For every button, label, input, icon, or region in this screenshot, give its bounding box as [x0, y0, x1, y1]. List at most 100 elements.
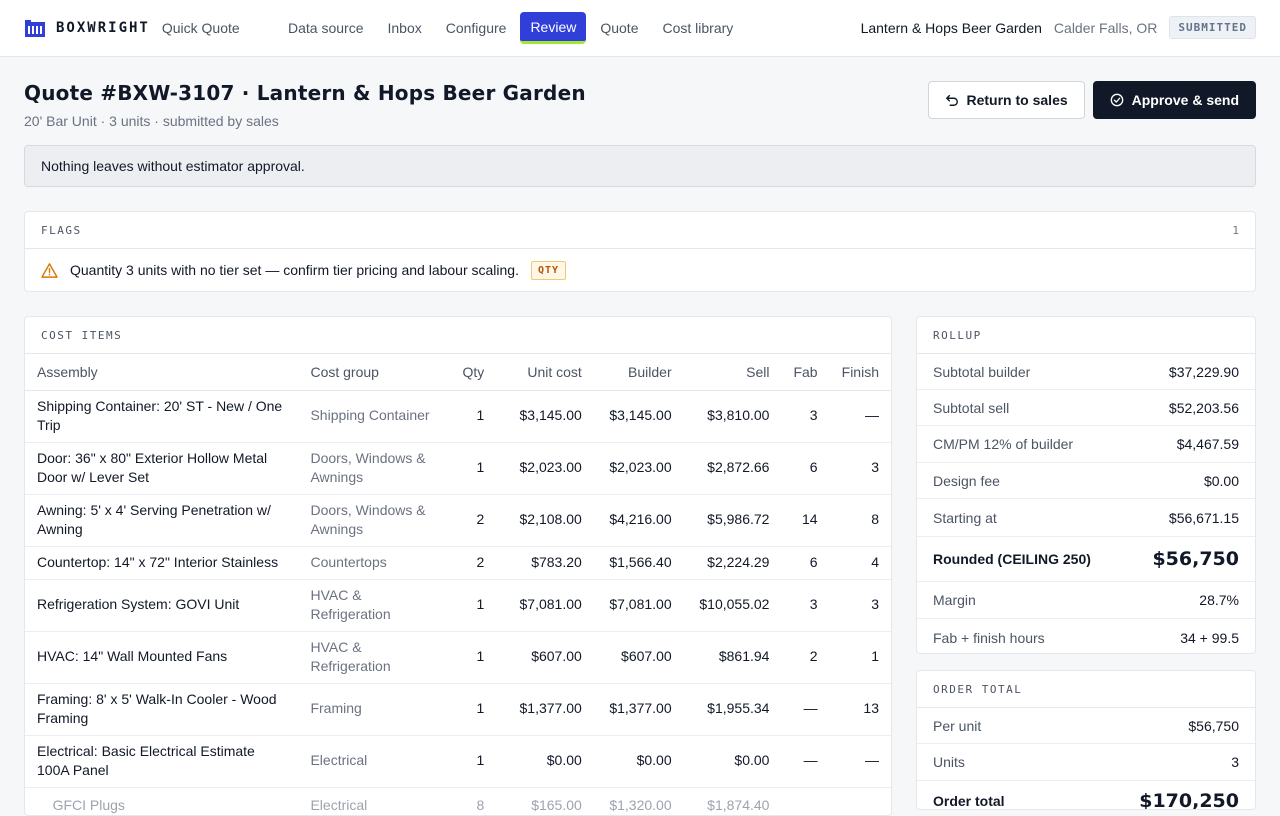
table-row[interactable]: Countertop: 14" x 72" Interior Stainless…	[25, 546, 891, 580]
table-row[interactable]: Door: 36" x 80" Exterior Hollow Metal Do…	[25, 442, 891, 495]
product-name: Quick Quote	[161, 20, 240, 36]
table-row[interactable]: Awning: 5' x 4' Serving Penetration w/ A…	[25, 494, 891, 547]
rollup-label: ROLLUP	[933, 328, 982, 342]
cell-assembly: Framing: 8' x 5' Walk-In Cooler - Wood F…	[25, 683, 299, 736]
page-title: Quote #BXW-3107 · Lantern & Hops Beer Ga…	[24, 81, 586, 105]
table-row[interactable]: Shipping Container: 20' ST - New / One T…	[25, 390, 891, 443]
rollup-value: 28.7%	[1199, 592, 1239, 608]
cell-finish	[829, 787, 891, 815]
rollup-row: Fab + finish hours 34 + 99.5	[917, 619, 1255, 653]
return-to-sales-label: Return to sales	[966, 92, 1068, 108]
cell-finish: 13	[829, 683, 891, 736]
container-logo-icon	[25, 20, 45, 37]
customer-name: Lantern & Hops Beer Garden	[860, 19, 1042, 36]
page-header: Quote #BXW-3107 · Lantern & Hops Beer Ga…	[24, 81, 586, 129]
cell-unit-cost: $2,023.00	[496, 442, 594, 495]
cell-assembly: Electrical: Basic Electrical Estimate 10…	[25, 735, 299, 788]
cell-cost-group: Electrical	[298, 787, 443, 815]
nav-configure[interactable]: Configure	[436, 12, 517, 44]
cell-builder: $3,145.00	[593, 390, 684, 443]
col-qty[interactable]: Qty	[442, 354, 497, 391]
rollup-row: Margin 28.7%	[917, 582, 1255, 619]
rollup-value: $0.00	[1203, 472, 1239, 489]
flags-header: FLAGS 1	[25, 212, 1255, 249]
cell-fab: —	[781, 735, 830, 788]
col-builder[interactable]: Builder	[593, 354, 684, 391]
col-fab[interactable]: Fab	[781, 354, 830, 391]
col-finish[interactable]: Finish	[829, 354, 891, 391]
rollup-value: $4,467.59	[1176, 436, 1239, 452]
nav-review[interactable]: Review	[520, 12, 587, 44]
cell-assembly: Door: 36" x 80" Exterior Hollow Metal Do…	[25, 442, 299, 495]
cell-unit-cost: $607.00	[496, 631, 594, 684]
cell-fab: 14	[781, 494, 830, 547]
col-cost-group[interactable]: Cost group	[298, 354, 443, 391]
rollup-row: CM/PM 12% of builder $4,467.59	[917, 426, 1255, 463]
cell-builder: $1,320.00	[593, 787, 684, 815]
rollup-header: ROLLUP	[917, 317, 1255, 354]
order-key: Per unit	[933, 717, 982, 734]
cell-sell: $861.94	[683, 631, 782, 684]
cell-builder: $4,216.00	[593, 494, 684, 547]
col-unit-cost[interactable]: Unit cost	[496, 354, 594, 391]
nav-data-source[interactable]: Data source	[278, 12, 373, 44]
cell-fab: 6	[781, 546, 830, 580]
rollup-value: $37,229.90	[1168, 363, 1239, 380]
cell-unit-cost: $783.20	[496, 546, 594, 580]
nav-quote[interactable]: Quote	[590, 12, 648, 44]
nav-inbox[interactable]: Inbox	[377, 12, 431, 44]
cell-builder: $1,377.00	[593, 683, 684, 736]
cell-assembly: HVAC: 14" Wall Mounted Fans	[25, 631, 299, 684]
cell-builder: $2,023.00	[593, 442, 684, 495]
order-total-value: $170,250	[1139, 790, 1239, 810]
table-row[interactable]: Refrigeration System: GOVI Unit HVAC & R…	[25, 579, 891, 632]
main-nav: Data source Inbox Configure Review Quote…	[278, 12, 743, 44]
cost-items-table: Assembly Cost group Qty Unit cost Builde…	[25, 354, 891, 815]
cell-cost-group: Framing	[298, 683, 443, 736]
table-row[interactable]: HVAC: 14" Wall Mounted Fans HVAC & Refri…	[25, 631, 891, 684]
cost-items-label: COST ITEMS	[41, 328, 123, 342]
cell-builder: $7,081.00	[593, 579, 684, 632]
col-sell[interactable]: Sell	[683, 354, 782, 391]
cell-fab: 3	[781, 579, 830, 632]
cell-finish: —	[829, 390, 891, 443]
order-row: Units 3	[917, 744, 1255, 781]
cell-sell: $0.00	[683, 735, 782, 788]
return-to-sales-button[interactable]: Return to sales	[927, 81, 1085, 119]
col-assembly[interactable]: Assembly	[25, 354, 299, 391]
cell-fab: 3	[781, 390, 830, 443]
cell-qty: 8	[442, 787, 497, 815]
cell-fab: 6	[781, 442, 830, 495]
cell-fab	[781, 787, 830, 815]
rollup-key: CM/PM 12% of builder	[933, 436, 1074, 452]
cell-unit-cost: $7,081.00	[496, 579, 594, 632]
cell-unit-cost: $0.00	[496, 735, 594, 788]
rollup-key: Rounded (CEILING 250)	[933, 551, 1091, 567]
flags-panel: FLAGS 1 Quantity 3 units with no tier se…	[24, 211, 1256, 292]
order-total-panel: ORDER TOTAL Per unit $56,750 Units 3 Order…	[916, 670, 1256, 810]
rollup-value: 34 + 99.5	[1180, 629, 1239, 646]
cell-finish: —	[829, 735, 891, 788]
table-row[interactable]: Framing: 8' x 5' Walk-In Cooler - Wood F…	[25, 683, 891, 736]
header-actions: Return to sales Approve & send	[927, 81, 1256, 119]
cell-finish: 4	[829, 546, 891, 580]
quote-context: Lantern & Hops Beer Garden Calder Falls,…	[861, 16, 1256, 39]
table-row[interactable]: Electrical: Basic Electrical Estimate 10…	[25, 735, 891, 788]
cell-sell: $10,055.02	[683, 579, 782, 632]
approve-send-button[interactable]: Approve & send	[1092, 81, 1256, 119]
brand-name: BOXWRIGHT	[56, 20, 150, 36]
flag-tag: QTY	[530, 260, 567, 280]
cell-sell: $2,872.66	[683, 442, 782, 495]
cell-builder: $1,566.40	[593, 546, 684, 580]
table-row[interactable]: GFCI Plugs Electrical 8 $165.00 $1,320.0…	[25, 787, 891, 815]
rollup-panel: ROLLUP Subtotal builder $37,229.90 Subtot…	[916, 316, 1256, 654]
order-value: $56,750	[1188, 717, 1239, 734]
cell-sell: $1,955.34	[683, 683, 782, 736]
nav-cost-library[interactable]: Cost library	[652, 12, 743, 44]
cell-cost-group: HVAC & Refrigeration	[298, 631, 443, 684]
cell-sell: $1,874.40	[683, 787, 782, 815]
order-key: Units	[933, 754, 965, 770]
cell-assembly: Countertop: 14" x 72" Interior Stainless	[25, 546, 299, 580]
brand[interactable]: BOXWRIGHT Quick Quote	[24, 18, 240, 38]
status-badge: SUBMITTED	[1169, 16, 1256, 39]
